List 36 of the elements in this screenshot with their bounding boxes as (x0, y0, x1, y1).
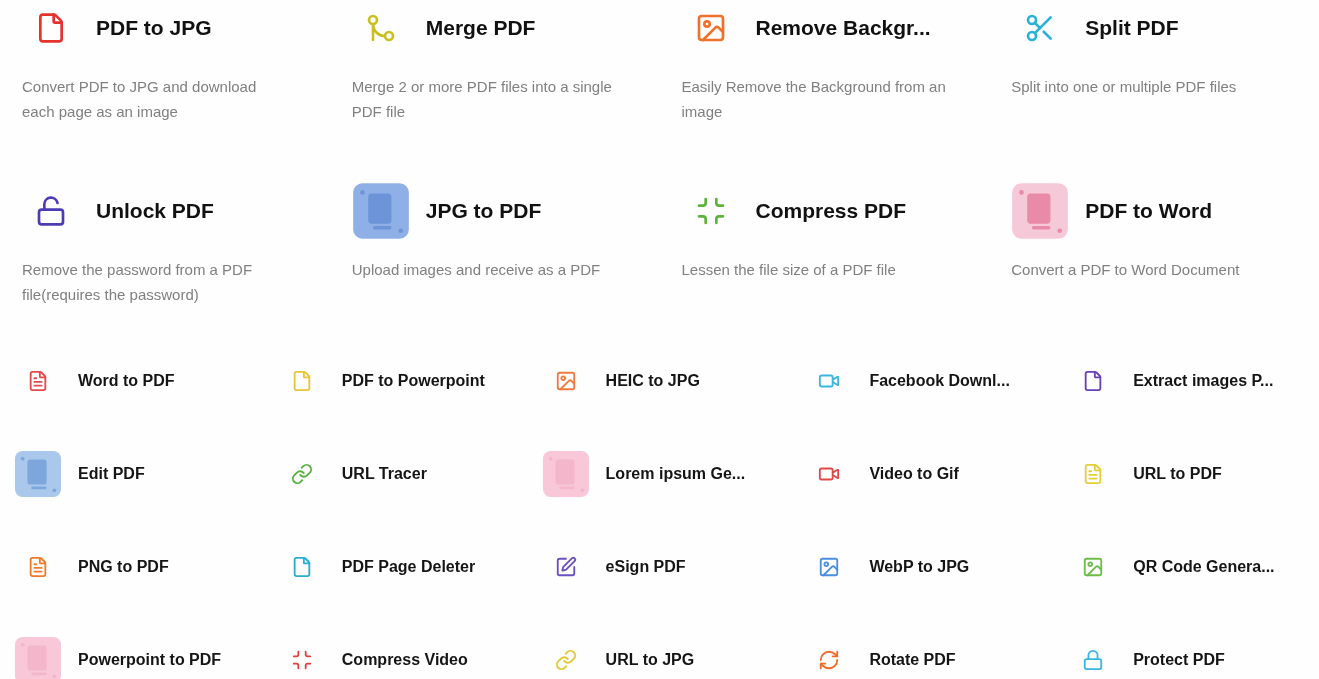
tool-link[interactable]: Edit PDF (78, 465, 145, 483)
tool-description: Easily Remove the Background from an image (681, 77, 947, 122)
tool-description: Convert a PDF to Word Document (1011, 260, 1241, 280)
tool-title[interactable]: Compress PDF (755, 199, 907, 223)
tool-link[interactable]: Extract images P... (1133, 372, 1274, 390)
tool-link[interactable]: Facebook Downl... (869, 372, 1010, 390)
tool-description: Lessen the file size of a PDF file (681, 260, 897, 280)
tool-link[interactable]: Lorem ipsum Ge... (605, 465, 746, 483)
tool-description: Split into one or multiple PDF files (1011, 77, 1238, 97)
tool-description: Upload images and receive as a PDF (351, 260, 602, 280)
tool-link[interactable]: Rotate PDF (869, 651, 956, 669)
tool-description: Merge 2 or more PDF files into a single PDF file (351, 77, 613, 122)
tool-title[interactable]: PDF to JPG (96, 16, 212, 40)
tool-link[interactable]: Protect PDF (1133, 651, 1225, 669)
tool-link[interactable]: QR Code Genera... (1133, 558, 1275, 576)
tool-title[interactable]: Remove Backgr... (755, 16, 931, 40)
tool-link[interactable]: URL to JPG (605, 651, 695, 669)
tool-link[interactable]: Video to Gif (869, 465, 959, 483)
tool-description: Convert PDF to JPG and download each page as an image (22, 77, 258, 122)
tool-link[interactable]: URL Tracer (341, 465, 427, 483)
tool-link[interactable]: Compress Video (341, 651, 468, 669)
tool-link[interactable]: HEIC to JPG (605, 372, 700, 390)
tool-link[interactable]: PDF to Powerpoint (341, 372, 485, 390)
tool-link[interactable]: eSign PDF (605, 558, 686, 576)
tool-title[interactable]: JPG to PDF (425, 199, 542, 223)
tool-link[interactable]: URL to PDF (1133, 465, 1222, 483)
tool-link[interactable]: Word to PDF (78, 372, 175, 390)
tool-link[interactable]: Powerpoint to PDF (78, 651, 222, 669)
tool-title[interactable]: PDF to Word (1085, 199, 1212, 223)
tool-link[interactable]: PNG to PDF (78, 558, 169, 576)
tool-title[interactable]: Split PDF (1085, 16, 1179, 40)
tool-description: Remove the password from a PDF file(requires the password) (22, 260, 254, 305)
tool-link[interactable]: WebP to JPG (869, 558, 970, 576)
tool-link[interactable]: PDF Page Deleter (341, 558, 476, 576)
tool-title[interactable]: Unlock PDF (96, 199, 214, 223)
tool-title[interactable]: Merge PDF (425, 16, 536, 40)
